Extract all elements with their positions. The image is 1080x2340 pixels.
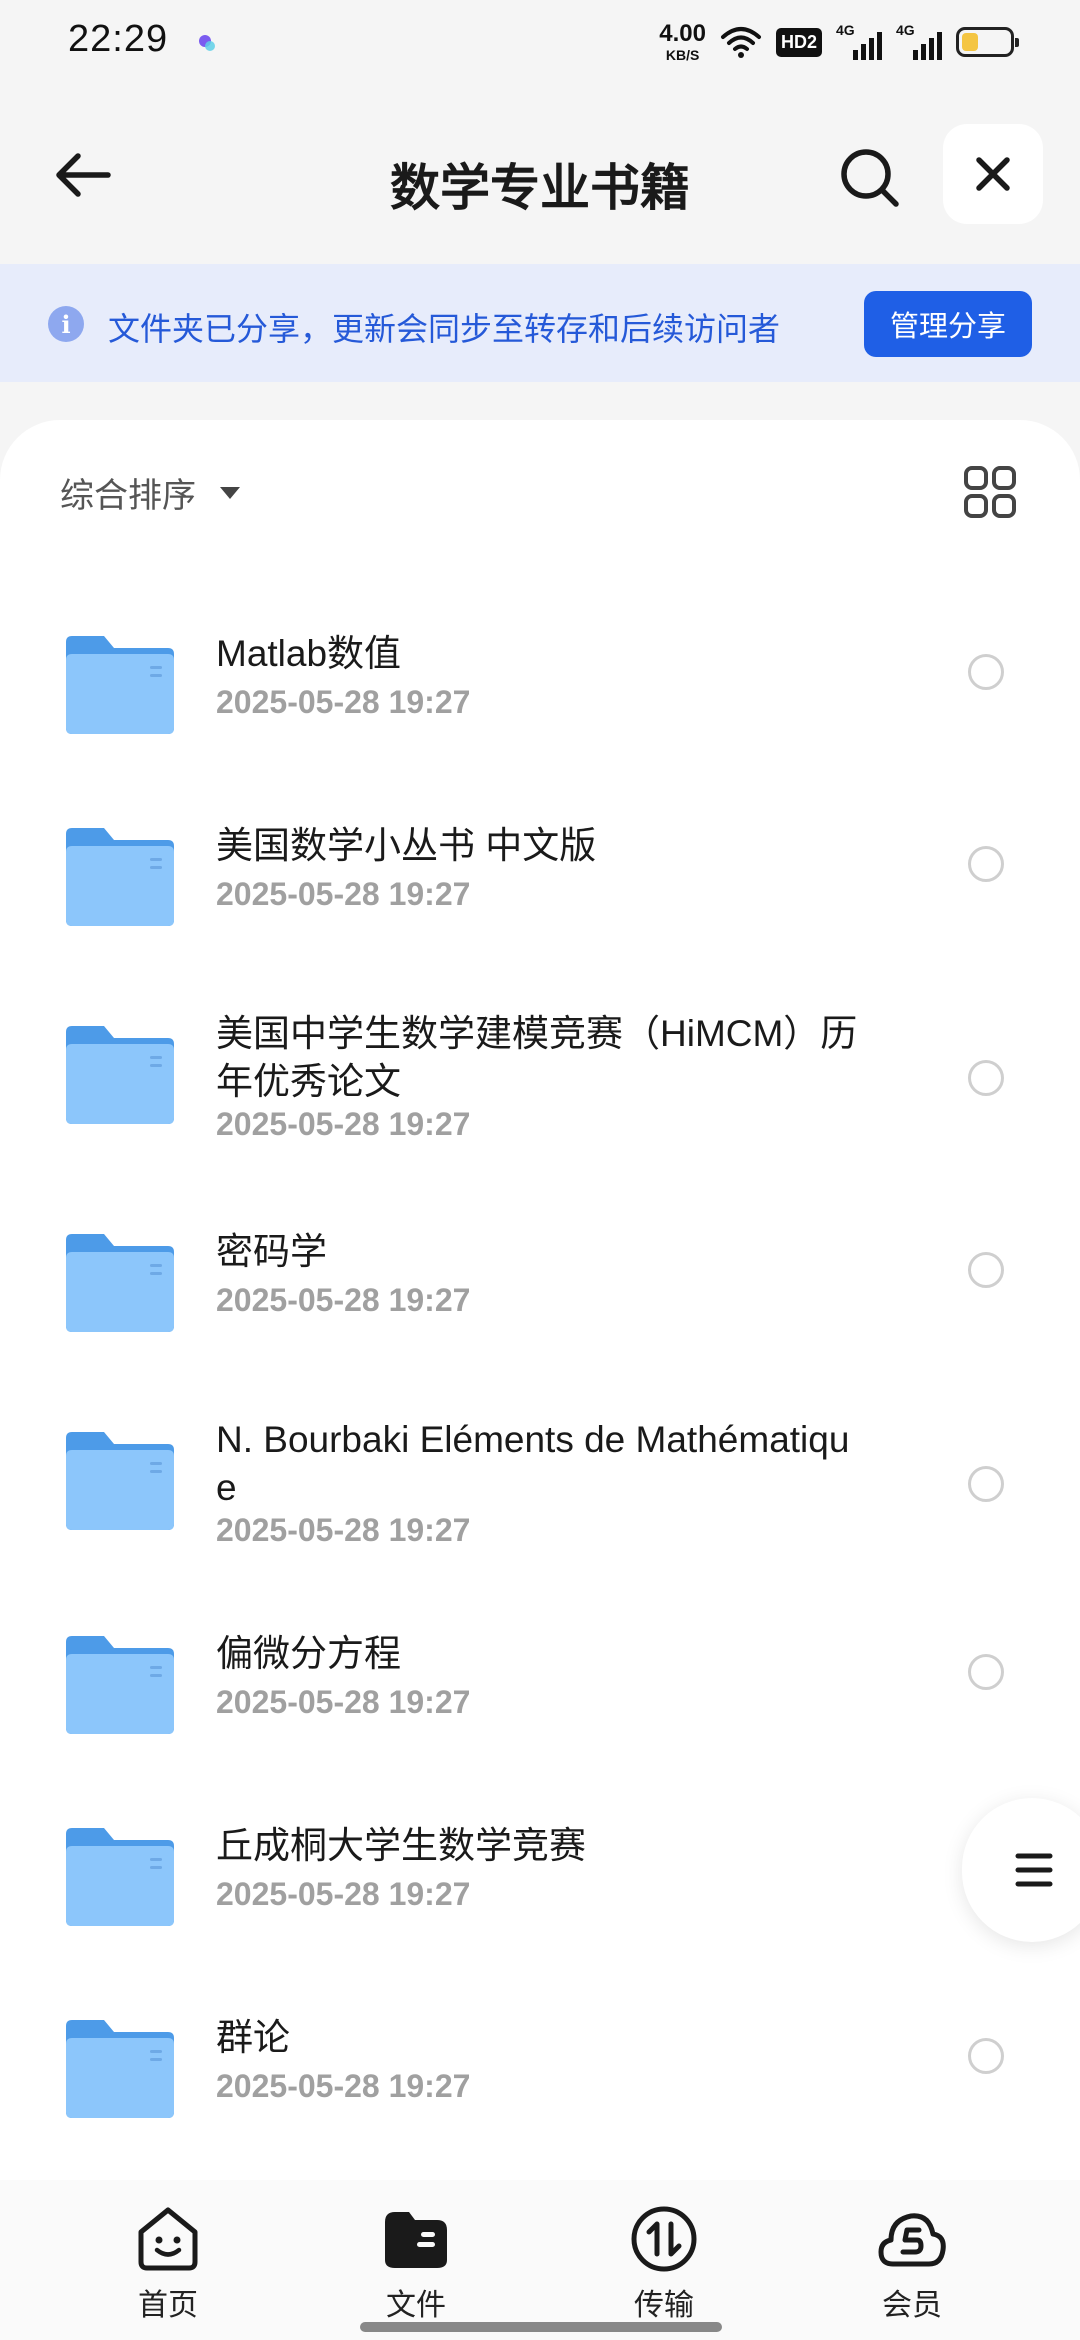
file-row[interactable]: Matlab数值 2025-05-28 19:27 <box>0 610 1080 802</box>
file-name: 丘成桐大学生数学竞赛 <box>216 1825 586 1866</box>
sort-label: 综合排序 <box>60 477 196 515</box>
battery-icon <box>956 27 1019 57</box>
share-banner: i 文件夹已分享，更新会同步至转存和后续访问者 管理分享 <box>0 264 1080 382</box>
folder-icon <box>66 2020 174 2118</box>
wifi-icon <box>720 27 761 58</box>
bottom-nav: 首页 文件 传输 会员 <box>0 2180 1080 2340</box>
select-radio[interactable] <box>968 1252 1004 1288</box>
battery-fill <box>962 33 978 51</box>
banner-text: 文件夹已分享，更新会同步至转存和后续访问者 <box>108 311 781 347</box>
nav-files[interactable]: 文件 <box>336 2202 496 2324</box>
file-date: 2025-05-28 19:27 <box>216 684 471 720</box>
nav-vip[interactable]: 会员 <box>832 2202 992 2324</box>
grid-view-icon[interactable] <box>960 462 1020 522</box>
signal-sim1-icon: 4G <box>836 22 882 62</box>
file-date: 2025-05-28 19:27 <box>216 1282 471 1318</box>
file-name: 美国中学生数学建模竞赛（HiMCM）历年优秀论文 <box>216 1013 858 1102</box>
file-name: N. Bourbaki Eléments de Mathématique <box>216 1419 850 1508</box>
signal-sim2-icon: 4G <box>896 22 942 62</box>
caret-down-icon <box>220 486 240 499</box>
folder-icon <box>66 1234 174 1332</box>
page-title: 数学专业书籍 <box>390 160 690 216</box>
sort-dropdown[interactable]: 综合排序 <box>60 468 240 517</box>
net-speed-value: 4.00 <box>659 20 706 47</box>
folder-icon <box>385 2212 447 2268</box>
home-face-icon <box>138 2207 198 2271</box>
sim2-label: 4G <box>896 22 915 38</box>
folder-icon <box>66 828 174 926</box>
status-bar: 22:29 4.00 KB/S HD2 4G 4G <box>0 0 1080 84</box>
file-name: 美国数学小丛书 中文版 <box>216 825 597 866</box>
file-date: 2025-05-28 19:27 <box>216 2068 471 2104</box>
select-radio[interactable] <box>968 654 1004 690</box>
status-time: 22:29 <box>68 18 169 60</box>
file-name: 偏微分方程 <box>216 1633 401 1674</box>
folder-icon <box>66 1636 174 1734</box>
select-radio[interactable] <box>968 1466 1004 1502</box>
manage-share-button[interactable]: 管理分享 <box>864 291 1032 357</box>
file-row[interactable]: 群论 2025-05-28 19:27 <box>0 1994 1080 2186</box>
file-name: 密码学 <box>216 1231 327 1272</box>
nav-label-files: 文件 <box>386 2289 446 2322</box>
menu-icon <box>1015 1853 1053 1887</box>
file-list: Matlab数值 2025-05-28 19:27 美国数学小丛书 中文版 2025-… <box>0 610 1080 2186</box>
select-radio[interactable] <box>968 846 1004 882</box>
sim1-label: 4G <box>836 22 855 38</box>
file-date: 2025-05-28 19:27 <box>216 1876 471 1912</box>
folder-icon <box>66 1026 174 1124</box>
file-date: 2025-05-28 19:27 <box>216 1106 471 1142</box>
nav-label-home: 首页 <box>138 2289 198 2322</box>
file-row[interactable]: 美国中学生数学建模竞赛（HiMCM）历年优秀论文 2025-05-28 19:27 <box>0 994 1080 1208</box>
file-date: 2025-05-28 19:27 <box>216 1684 471 1720</box>
select-radio[interactable] <box>968 1060 1004 1096</box>
file-row[interactable]: 密码学 2025-05-28 19:27 <box>0 1208 1080 1400</box>
hd-badge: HD2 <box>775 27 822 57</box>
close-icon <box>976 157 1010 191</box>
file-row[interactable]: 美国数学小丛书 中文版 2025-05-28 19:27 <box>0 802 1080 994</box>
search-icon <box>841 149 899 207</box>
file-row[interactable]: 丘成桐大学生数学竞赛 2025-05-28 19:27 <box>0 1802 1080 1994</box>
nav-label-transfer: 传输 <box>634 2289 694 2322</box>
file-row[interactable]: N. Bourbaki Eléments de Mathématique 2025… <box>0 1400 1080 1610</box>
header: 数学专业书籍 <box>0 100 1080 250</box>
file-date: 2025-05-28 19:27 <box>216 876 471 912</box>
file-date: 2025-05-28 19:27 <box>216 1512 471 1548</box>
select-radio[interactable] <box>968 1654 1004 1690</box>
assistant-dot-icon <box>199 35 215 51</box>
search-button[interactable] <box>832 140 908 216</box>
net-speed-unit: KB/S <box>665 47 700 63</box>
select-radio[interactable] <box>968 2038 1004 2074</box>
nav-home[interactable]: 首页 <box>88 2202 248 2324</box>
nav-transfer[interactable]: 传输 <box>584 2202 744 2324</box>
nav-label-vip: 会员 <box>882 2289 942 2322</box>
file-name: 群论 <box>216 2017 290 2058</box>
folder-icon <box>66 636 174 734</box>
file-list-card: 综合排序 Matlab数值 2025-05-28 19:27 美国数学小丛书 中文版… <box>0 420 1080 2180</box>
file-row[interactable]: 偏微分方程 2025-05-28 19:27 <box>0 1610 1080 1802</box>
vip-cloud-icon <box>878 2213 946 2267</box>
home-indicator[interactable] <box>360 2322 722 2332</box>
folder-icon <box>66 1432 174 1530</box>
transfer-icon <box>631 2206 697 2272</box>
folder-icon <box>66 1828 174 1926</box>
net-speed: 4.00 KB/S <box>659 20 706 63</box>
info-icon: i <box>48 306 84 342</box>
file-name: Matlab数值 <box>216 633 402 674</box>
screen: 22:29 4.00 KB/S HD2 4G 4G 数学专业书籍 i 文件夹已分… <box>0 0 1080 2340</box>
status-icons: 4.00 KB/S HD2 4G 4G <box>659 16 1019 68</box>
close-button[interactable] <box>943 124 1043 224</box>
